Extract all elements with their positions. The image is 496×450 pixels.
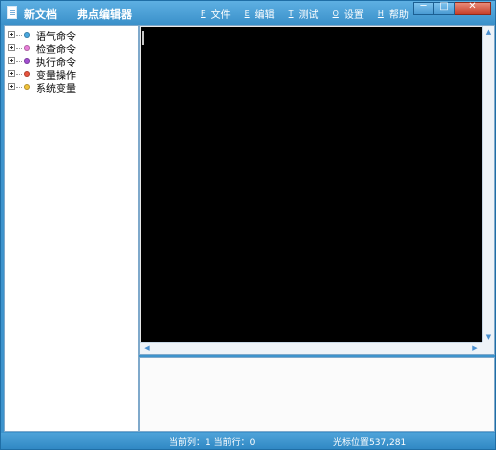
menu-settings-label: 设置 (343, 9, 364, 21)
minimize-button[interactable]: ─ (413, 1, 434, 15)
menu-file-accel: F (201, 8, 206, 18)
scroll-right-icon[interactable]: ▶ (469, 343, 481, 354)
menu-test-label: 测试 (298, 9, 319, 21)
tree-item-check-commands[interactable]: 检查命令 (5, 42, 138, 56)
document-title: 新文档 (24, 8, 57, 21)
tree-item-variable-ops[interactable]: 变量操作 (5, 68, 138, 82)
app-window: 新文档 弗点编辑器 F 文件 E 编辑 T 测试 O 设置 H 帮助 ─ □ ✕… (0, 0, 496, 450)
text-cursor (142, 31, 144, 45)
menu-edit[interactable]: E 编辑 (244, 6, 275, 21)
bullet-icon (24, 58, 30, 64)
command-tree[interactable]: 语气命令 检查命令 执行命令 变量操作 系统变量 (4, 25, 139, 432)
output-panel[interactable] (139, 357, 495, 432)
menu-test-accel: T (288, 8, 294, 18)
tree-item-tone-commands[interactable]: 语气命令 (5, 29, 138, 43)
expand-plus-icon[interactable] (8, 31, 15, 38)
menu-help-label: 帮助 (388, 9, 409, 21)
scroll-left-icon[interactable]: ◀ (141, 343, 153, 354)
title-bar[interactable]: 新文档 弗点编辑器 F 文件 E 编辑 T 测试 O 设置 H 帮助 ─ □ ✕ (1, 1, 495, 25)
scroll-up-icon[interactable]: ▲ (483, 26, 494, 38)
tree-connector (16, 35, 22, 36)
app-title: 弗点编辑器 (77, 8, 132, 21)
bullet-icon (24, 45, 30, 51)
line-column-status: 当前列：1 当前行：0 (169, 438, 256, 448)
menu-file-label: 文件 (210, 9, 231, 21)
tree-item-label: 系统变量 (36, 84, 76, 95)
vertical-scrollbar[interactable]: ▲ ▼ (482, 26, 494, 343)
maximize-button[interactable]: □ (434, 1, 455, 15)
bullet-icon (24, 32, 30, 38)
tree-connector (16, 48, 22, 49)
bullet-icon (24, 84, 30, 90)
status-bar: 当前列：1 当前行：0 光标位置537,281 (1, 433, 495, 449)
maximize-icon: □ (439, 1, 449, 12)
cursor-position-status: 光标位置537,281 (333, 438, 407, 448)
horizontal-scrollbar[interactable]: ◀ ▶ (140, 342, 482, 354)
document-icon (7, 6, 17, 19)
expand-plus-icon[interactable] (8, 44, 15, 51)
minimize-icon: ─ (420, 1, 427, 12)
expand-plus-icon[interactable] (8, 70, 15, 77)
expand-plus-icon[interactable] (8, 83, 15, 90)
menu-edit-accel: E (244, 8, 250, 18)
scrollbar-corner (482, 342, 494, 354)
menu-bar: F 文件 E 编辑 T 测试 O 设置 H 帮助 (201, 6, 423, 21)
editor-frame: ▲ ▼ ◀ ▶ (139, 25, 495, 355)
tree-connector (16, 87, 22, 88)
menu-help[interactable]: H 帮助 (377, 6, 409, 21)
menu-file[interactable]: F 文件 (201, 6, 231, 21)
code-editor[interactable] (141, 27, 482, 343)
menu-edit-label: 编辑 (254, 9, 275, 21)
tree-item-system-vars[interactable]: 系统变量 (5, 81, 138, 95)
menu-help-accel: H (377, 8, 384, 18)
menu-settings-accel: O (332, 8, 339, 18)
expand-plus-icon[interactable] (8, 57, 15, 64)
menu-test[interactable]: T 测试 (288, 6, 319, 21)
window-controls: ─ □ ✕ (413, 1, 491, 15)
menu-settings[interactable]: O 设置 (332, 6, 364, 21)
tree-item-exec-commands[interactable]: 执行命令 (5, 55, 138, 69)
close-button[interactable]: ✕ (455, 1, 491, 15)
bullet-icon (24, 71, 30, 77)
tree-connector (16, 74, 22, 75)
tree-connector (16, 61, 22, 62)
close-icon: ✕ (468, 1, 477, 12)
